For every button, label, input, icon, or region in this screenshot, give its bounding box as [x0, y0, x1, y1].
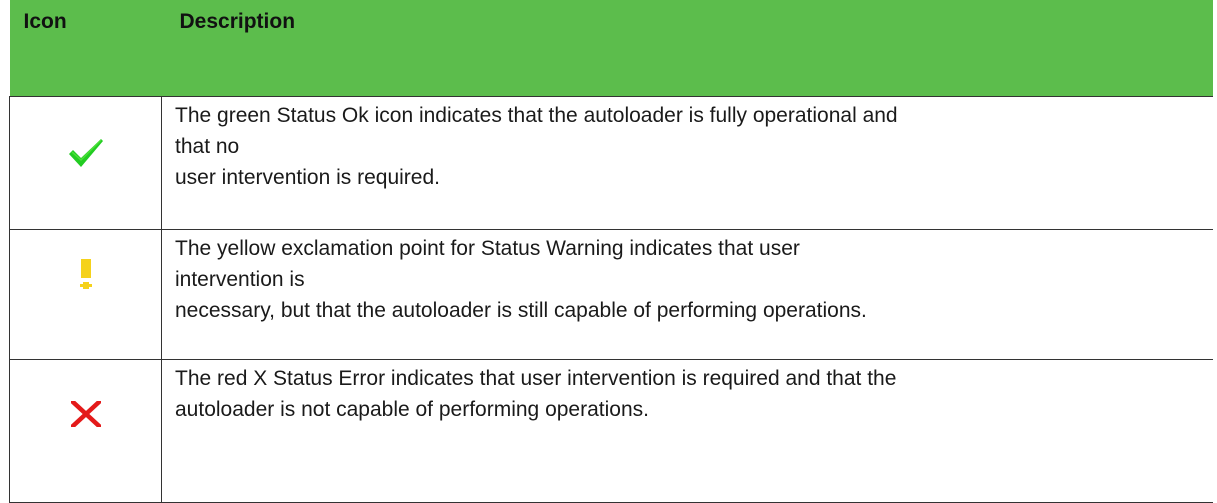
description-line: necessary, but that the autoloader is st…	[175, 298, 867, 322]
description-cell: The yellow exclamation point for Status …	[161, 228, 1213, 360]
icon-cell	[9, 228, 162, 360]
exclamation-icon	[79, 258, 92, 289]
description-line: The yellow exclamation point for Status …	[175, 236, 800, 260]
icon-column-header: Icon	[9, 0, 162, 97]
checkmark-icon	[68, 138, 103, 167]
table-row-status-ok: The green Status Ok icon indicates that …	[9, 95, 1213, 230]
description-cell: The green Status Ok icon indicates that …	[161, 95, 1213, 230]
table-header-row: Icon Description	[9, 0, 1213, 97]
description-column-header: Description	[161, 0, 1213, 97]
description-line: user intervention is required.	[175, 165, 440, 189]
description-line: that no	[175, 134, 240, 158]
x-icon	[70, 400, 101, 427]
description-line: autoloader is not capable of performing …	[175, 397, 649, 421]
description-cell: The red X Status Error indicates that us…	[161, 358, 1213, 503]
table-row-status-warning: The yellow exclamation point for Status …	[9, 228, 1213, 360]
status-icon-table: Icon Description The green Status Ok ico…	[9, 0, 1213, 503]
description-line: The green Status Ok icon indicates that …	[175, 103, 898, 127]
description-line: intervention is	[175, 267, 305, 291]
icon-cell	[9, 358, 162, 503]
description-line: The red X Status Error indicates that us…	[175, 366, 897, 390]
table-row-status-error: The red X Status Error indicates that us…	[9, 358, 1213, 503]
icon-cell	[9, 95, 162, 230]
